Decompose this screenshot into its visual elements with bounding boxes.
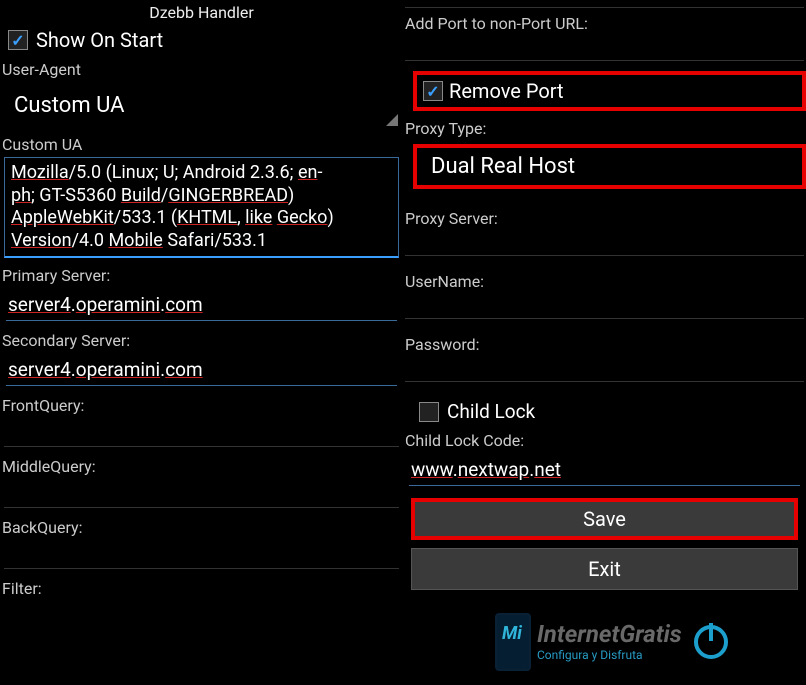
user-agent-value: Custom UA [14,93,124,118]
remove-port-checkbox[interactable] [423,81,443,101]
proxy-type-highlight: Dual Real Host [413,144,806,189]
exit-button[interactable]: Exit [411,548,798,590]
back-query-input[interactable] [4,539,399,569]
remove-port-highlight: Remove Port [413,71,806,111]
add-port-label: Add Port to non-Port URL: [403,12,806,35]
child-lock-code-input[interactable]: www.nextwap.net [409,454,800,486]
filter-label: Filter: [0,577,403,600]
secondary-server-input[interactable]: server4.operamini.com [6,354,397,386]
child-lock-row[interactable]: Child Lock [403,396,806,429]
app-title: Dzebb Handler [0,0,403,24]
save-button[interactable]: Save [411,498,798,540]
child-lock-code-label: Child Lock Code: [403,429,806,452]
child-lock-checkbox[interactable] [419,402,439,422]
phone-icon [495,613,531,671]
child-lock-label: Child Lock [447,400,535,423]
secondary-server-label: Secondary Server: [0,329,403,352]
proxy-type-label: Proxy Type: [403,117,806,140]
password-label: Password: [403,333,806,356]
user-agent-label: User-Agent [0,58,403,81]
proxy-server-label: Proxy Server: [403,207,806,230]
password-input[interactable] [405,356,804,382]
middle-query-input[interactable] [4,478,399,508]
watermark-brand: InternetGratis [537,622,682,646]
custom-ua-label: Custom UA [0,133,403,156]
custom-ua-input[interactable]: Mozilla/5.0 (Linux; U; Android 2.3.6; en… [4,157,399,258]
watermark-tagline: Configura y Disfruta [537,648,682,662]
username-label: UserName: [403,270,806,293]
back-query-label: BackQuery: [0,516,403,539]
add-port-input[interactable] [405,35,804,61]
show-on-start-label: Show On Start [36,28,163,52]
front-query-input[interactable] [4,417,399,447]
proxy-type-value[interactable]: Dual Real Host [431,154,575,179]
user-agent-dropdown[interactable]: Custom UA [4,83,399,127]
primary-server-input[interactable]: server4.operamini.com [6,289,397,321]
username-input[interactable] [405,293,804,319]
show-on-start-row[interactable]: Show On Start [0,24,403,58]
primary-server-label: Primary Server: [0,264,403,287]
middle-query-label: MiddleQuery: [0,455,403,478]
remove-port-label: Remove Port [449,79,564,103]
watermark: InternetGratis Configura y Disfruta [495,607,775,677]
front-query-label: FrontQuery: [0,394,403,417]
power-icon [694,625,728,659]
proxy-server-input[interactable] [405,230,804,256]
show-on-start-checkbox[interactable] [8,30,28,50]
divider [405,0,804,8]
